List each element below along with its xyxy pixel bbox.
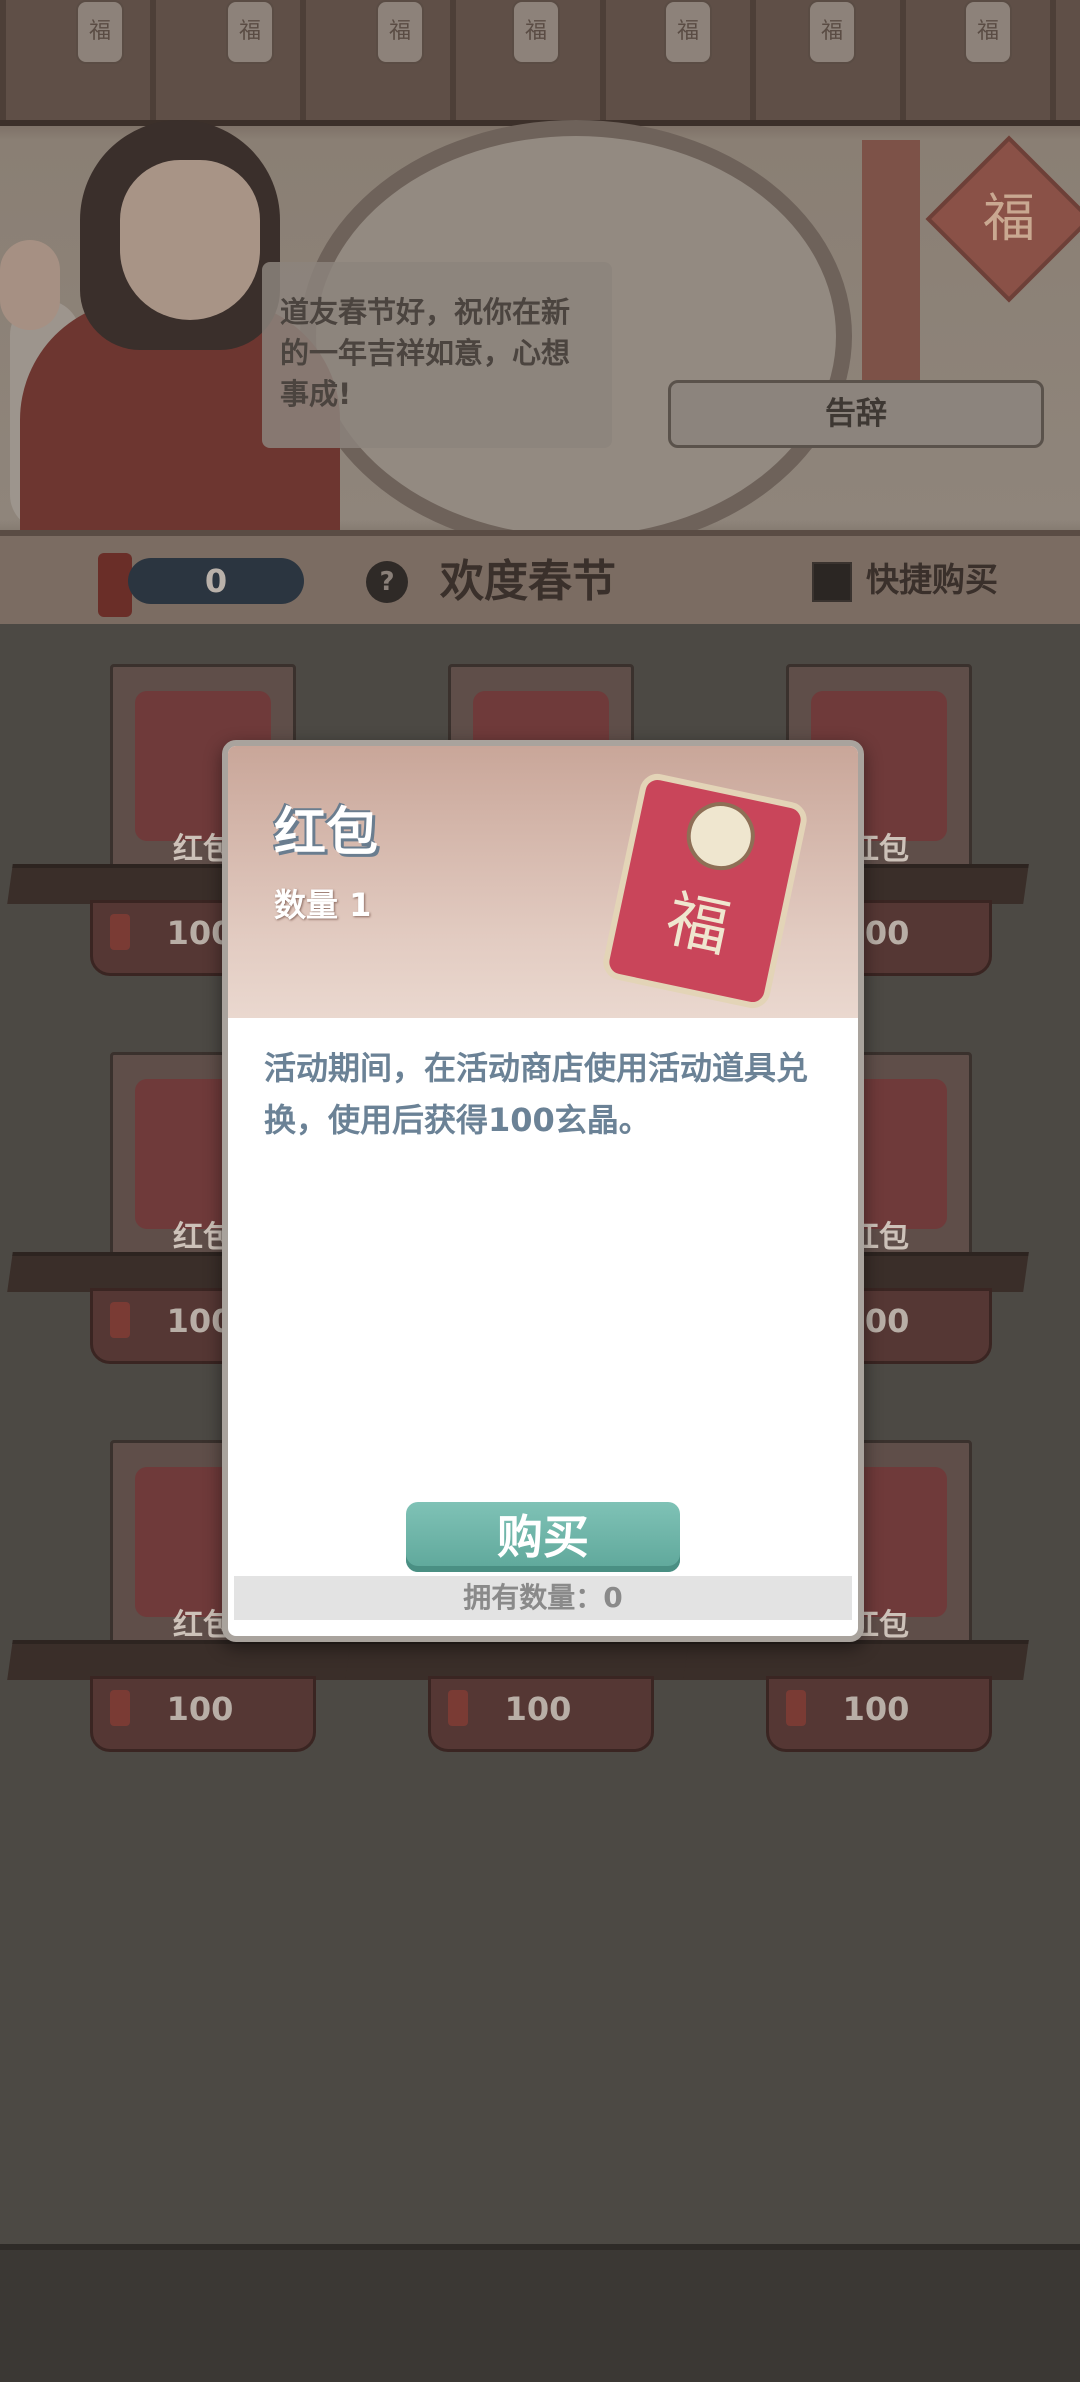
event-title: 欢度春节 [440, 556, 616, 607]
farewell-button[interactable]: 告辞 [668, 380, 1044, 448]
red-envelope-icon: 福 [600, 770, 810, 1012]
npc-speech-bubble: 道友春节好，祝你在新的一年吉祥如意，心想事成! [262, 262, 612, 448]
item-shelf [345, 1640, 691, 1680]
bottom-bar [0, 2244, 1080, 2382]
modal-title: 红包 [274, 802, 379, 863]
lantern-icon: 福 [808, 0, 856, 64]
npc-character-hand [0, 240, 60, 330]
lantern-icon: 福 [76, 0, 124, 64]
item-description: 活动期间，在活动商店使用活动道具兑换，使用后获得100玄晶。 [264, 1049, 809, 1139]
item-price: 100 [166, 1690, 234, 1728]
lantern-icon: 福 [376, 0, 424, 64]
item-detail-modal: 红包 数量 1 福 活动期间，在活动商店使用活动道具兑换，使用后获得100玄晶。… [222, 740, 864, 1642]
currency-counter: 0 [128, 558, 304, 604]
lantern-icon: 福 [512, 0, 560, 64]
npc-greeting-text: 道友春节好，祝你在新的一年吉祥如意，心想事成! [280, 295, 571, 411]
item-price: 100 [842, 1690, 910, 1728]
item-shelf [7, 1640, 353, 1680]
quick-buy-label[interactable]: 快捷购买 [866, 556, 998, 604]
item-shelf [683, 1640, 1029, 1680]
firecracker-icon [98, 553, 132, 617]
quick-buy-checkbox[interactable] [812, 562, 852, 602]
lantern-icon: 福 [226, 0, 274, 64]
lantern-icon: 福 [664, 0, 712, 64]
item-price: 100 [504, 1690, 572, 1728]
modal-header: 红包 数量 1 福 [228, 746, 858, 1018]
modal-quantity: 数量 1 [274, 886, 372, 924]
owned-count: 拥有数量：0 [234, 1576, 852, 1620]
buy-button[interactable]: 购买 [406, 1502, 680, 1572]
help-icon[interactable]: ? [366, 561, 408, 603]
couplet-scroll [862, 140, 920, 380]
lantern-icon: 福 [964, 0, 1012, 64]
npc-character-face [120, 160, 260, 320]
